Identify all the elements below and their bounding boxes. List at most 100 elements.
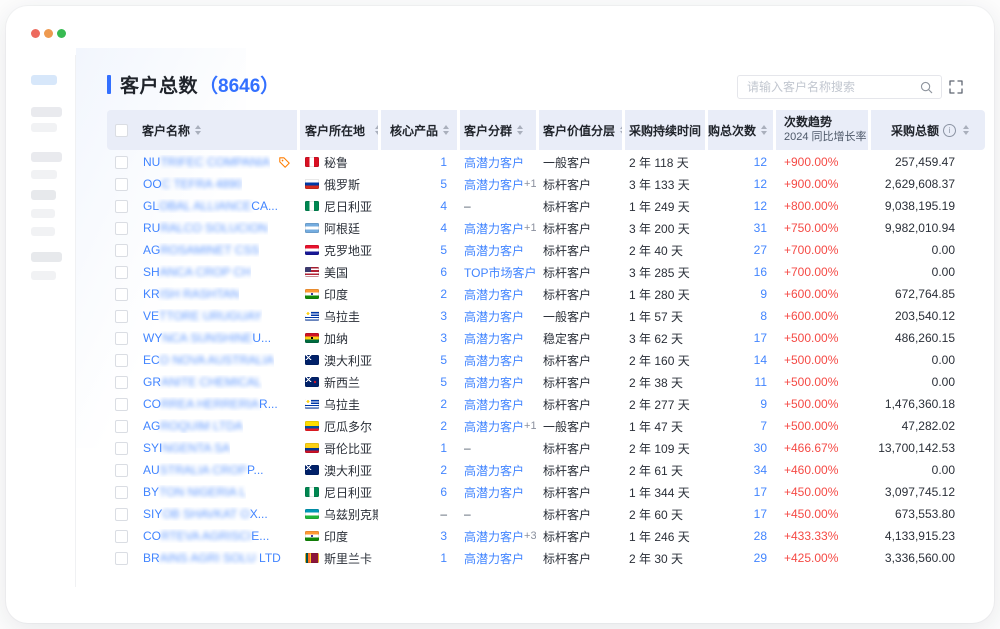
core-products-count[interactable]: 4 [440, 221, 447, 235]
customer-name-link[interactable]: KRISH RASHTAN [143, 287, 239, 301]
segment-link[interactable]: TOP市场客户 [464, 264, 536, 281]
row-checkbox[interactable] [115, 552, 128, 565]
purchase-count-link[interactable]: 9 [760, 287, 767, 301]
segment-link[interactable]: 高潜力客户 [464, 220, 524, 237]
segment-link[interactable]: 高潜力客户 [464, 330, 524, 347]
search-icon[interactable] [920, 81, 933, 94]
row-checkbox[interactable] [115, 464, 128, 477]
segment-link[interactable]: 高潜力客户 [464, 550, 524, 567]
row-checkbox[interactable] [115, 530, 128, 543]
row-checkbox[interactable] [115, 178, 128, 191]
purchase-count-link[interactable]: 16 [754, 265, 767, 279]
purchase-count-link[interactable]: 27 [754, 243, 767, 257]
core-products-count[interactable]: 4 [440, 199, 447, 213]
core-products-count[interactable]: 5 [440, 177, 447, 191]
core-products-count[interactable]: 2 [440, 397, 447, 411]
segment-link[interactable]: 高潜力客户 [464, 462, 524, 479]
purchase-count-link[interactable]: 17 [754, 485, 767, 499]
segment-link[interactable]: 高潜力客户 [464, 242, 524, 259]
segment-link[interactable]: 高潜力客户 [464, 418, 524, 435]
core-products-count[interactable]: 2 [440, 287, 447, 301]
fullscreen-expand-icon[interactable] [948, 79, 964, 95]
customer-name-link[interactable]: AGROSAMINET CSS [143, 243, 259, 257]
customer-name-link[interactable]: OOC TEFRA 4890 [143, 177, 242, 191]
core-products-count[interactable]: 1 [440, 551, 447, 565]
row-checkbox[interactable] [115, 222, 128, 235]
purchase-count-link[interactable]: 12 [754, 177, 767, 191]
customer-name-link[interactable]: GLOBAL ALLIANCECA... [143, 199, 278, 213]
purchase-count-link[interactable]: 28 [754, 529, 767, 543]
core-products-count[interactable]: 6 [440, 265, 447, 279]
purchase-count-link[interactable]: 31 [754, 221, 767, 235]
customer-name-link[interactable]: AGROQUIM LTDA [143, 419, 243, 433]
select-all-checkbox[interactable] [115, 124, 128, 137]
core-products-count[interactable]: 5 [440, 375, 447, 389]
purchase-count-link[interactable]: 17 [754, 507, 767, 521]
customer-name-link[interactable]: ECO NOVA AUSTRALIA [143, 353, 274, 367]
customer-name-link[interactable]: WYNCA SUNSHINEU... [143, 331, 271, 345]
purchase-count-link[interactable]: 14 [754, 353, 767, 367]
row-checkbox[interactable] [115, 354, 128, 367]
sort-icon[interactable] [620, 125, 622, 135]
core-products-count[interactable]: 3 [440, 529, 447, 543]
minimize-window-button[interactable] [44, 29, 53, 38]
row-checkbox[interactable] [115, 244, 128, 257]
customer-name-link[interactable]: SYINGENTA SA [143, 441, 230, 455]
row-checkbox[interactable] [115, 332, 128, 345]
sort-icon[interactable] [443, 125, 449, 135]
customer-name-link[interactable]: CORTEVA AGRISCIE... [143, 529, 269, 543]
row-checkbox[interactable] [115, 266, 128, 279]
segment-link[interactable]: 高潜力客户 [464, 484, 524, 501]
row-checkbox[interactable] [115, 420, 128, 433]
sort-icon[interactable] [517, 125, 523, 135]
segment-link[interactable]: 高潜力客户 [464, 396, 524, 413]
sort-icon[interactable] [375, 125, 378, 135]
row-checkbox[interactable] [115, 288, 128, 301]
info-icon[interactable] [943, 124, 956, 137]
row-checkbox[interactable] [115, 486, 128, 499]
core-products-count[interactable]: 5 [440, 243, 447, 257]
search-input[interactable] [738, 80, 920, 94]
core-products-count[interactable]: 5 [440, 353, 447, 367]
customer-name-link[interactable]: VETTORE URUGUAY [143, 309, 262, 323]
purchase-count-link[interactable]: 12 [754, 199, 767, 213]
purchase-count-link[interactable]: 7 [760, 419, 767, 433]
purchase-count-link[interactable]: 29 [754, 551, 767, 565]
purchase-count-link[interactable]: 9 [760, 397, 767, 411]
row-checkbox[interactable] [115, 442, 128, 455]
core-products-count[interactable]: 2 [440, 419, 447, 433]
segment-link[interactable]: 高潜力客户 [464, 154, 524, 171]
segment-link[interactable]: 高潜力客户 [464, 374, 524, 391]
segment-link[interactable]: 高潜力客户 [464, 308, 524, 325]
purchase-count-link[interactable]: 17 [754, 331, 767, 345]
segment-link[interactable]: 高潜力客户 [464, 352, 524, 369]
purchase-count-link[interactable]: 34 [754, 463, 767, 477]
row-checkbox[interactable] [115, 508, 128, 521]
core-products-count[interactable]: 1 [440, 155, 447, 169]
row-checkbox[interactable] [115, 200, 128, 213]
customer-name-link[interactable]: NUTRIFEC COMPANIA [143, 155, 270, 169]
customer-name-link[interactable]: RURALCO SOLUCION [143, 221, 268, 235]
customer-name-link[interactable]: BYTON NIGERIA L [143, 485, 246, 499]
customer-name-link[interactable]: SHANCA CROP CH [143, 265, 251, 279]
sort-icon[interactable] [963, 125, 969, 135]
customer-name-link[interactable]: GRANITE CHEMICAL [143, 375, 262, 389]
customer-name-link[interactable]: BRAINS AGRI SOLU LTD [143, 551, 281, 565]
customer-name-link[interactable]: CORREA HERRERIAR... [143, 397, 278, 411]
customer-name-link[interactable]: SIYOB SHAVKAT OX... [143, 507, 268, 521]
core-products-count[interactable]: 2 [440, 463, 447, 477]
close-window-button[interactable] [31, 29, 40, 38]
segment-link[interactable]: 高潜力客户 [464, 176, 524, 193]
core-products-count[interactable]: 6 [440, 485, 447, 499]
purchase-count-link[interactable]: 11 [755, 375, 767, 389]
row-checkbox[interactable] [115, 156, 128, 169]
purchase-count-link[interactable]: 30 [754, 441, 767, 455]
purchase-count-link[interactable]: 8 [760, 309, 767, 323]
core-products-count[interactable]: 1 [440, 441, 447, 455]
core-products-count[interactable]: 3 [440, 331, 447, 345]
customer-name-link[interactable]: AUSTRALIA CROPP... [143, 463, 264, 477]
sort-icon[interactable] [195, 125, 201, 135]
segment-link[interactable]: 高潜力客户 [464, 528, 524, 545]
row-checkbox[interactable] [115, 310, 128, 323]
zoom-window-button[interactable] [57, 29, 66, 38]
